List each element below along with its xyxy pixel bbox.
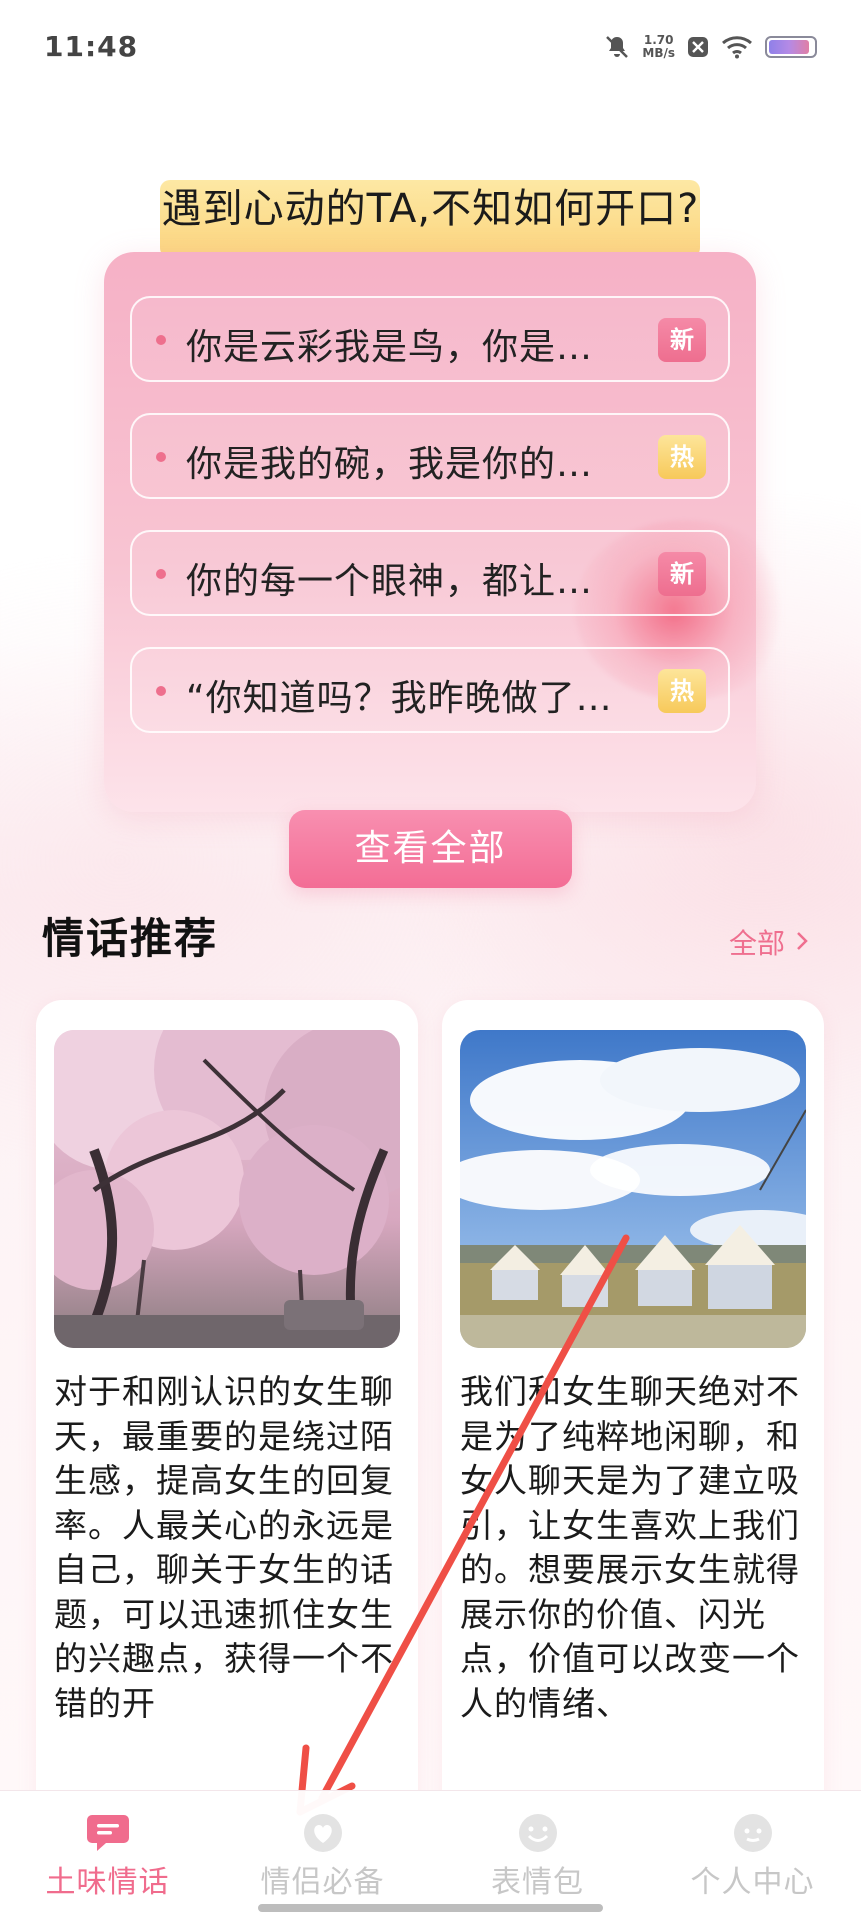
pickup-line-item[interactable]: “你知道吗？我昨晚做了… 热: [130, 647, 730, 733]
hot-badge: 热: [658, 435, 706, 479]
section-title: 情话推荐: [42, 914, 219, 963]
bullet-dot: [156, 569, 166, 579]
x-app-icon: [687, 36, 709, 58]
battery-fill: [769, 40, 809, 54]
pickup-line-item[interactable]: 你的每一个眼神，都让… 新: [130, 530, 730, 616]
smile-face-icon: [516, 1813, 560, 1853]
status-time: 11:48: [44, 30, 139, 63]
notifications-muted-icon: [604, 34, 630, 60]
battery-icon: [765, 36, 817, 58]
hero-title: 遇到心动的TA,不知如何开口?: [161, 186, 700, 232]
status-bar: 11:48 1.70 MB/s: [0, 0, 861, 100]
pickup-line-text: 你的每一个眼神，都让…: [186, 561, 594, 602]
article-excerpt: 我们和女生聊天绝对不是为了纯粹地闲聊，和女人聊天是为了建立吸引，让女生喜欢上我们…: [460, 1372, 800, 1723]
sky-and-tents-photo: [460, 1030, 806, 1348]
user-face-icon: [731, 1813, 775, 1853]
hero-title-wrap: 遇到心动的TA,不知如何开口?: [0, 176, 861, 234]
tab-couples[interactable]: 情侣必备: [215, 1791, 430, 1921]
tab-label: 情侣必备: [260, 1865, 385, 1900]
section-more-link[interactable]: 全部: [729, 922, 809, 962]
tab-profile[interactable]: 个人中心: [645, 1791, 860, 1921]
pickup-line-text: 你是云彩我是鸟，你是…: [186, 327, 594, 368]
pickup-line-item[interactable]: 你是我的碗，我是你的… 热: [130, 413, 730, 499]
tab-stickers[interactable]: 表情包: [430, 1791, 645, 1921]
view-all-button[interactable]: 查看全部: [289, 810, 572, 888]
bullet-dot: [156, 335, 166, 345]
bullet-dot: [156, 452, 166, 462]
pickup-line-text: “你知道吗？我昨晚做了…: [186, 678, 613, 719]
article-card[interactable]: 我们和女生聊天绝对不是为了纯粹地闲聊，和女人聊天是为了建立吸引，让女生喜欢上我们…: [442, 1000, 824, 1830]
pickup-line-text: 你是我的碗，我是你的…: [186, 444, 594, 485]
wifi-icon: [721, 35, 753, 59]
tab-home[interactable]: 土味情话: [0, 1791, 215, 1921]
new-badge: 新: [658, 552, 706, 596]
bottom-tab-bar: 土味情话 情侣必备 表情包 个人中心: [0, 1790, 861, 1921]
article-card[interactable]: 对于和刚认识的女生聊天，最重要的是绕过陌生感，提高女生的回复率。人最关心的永远是…: [36, 1000, 418, 1830]
tab-label: 土味情话: [45, 1865, 170, 1900]
home-indicator[interactable]: [258, 1904, 603, 1912]
chevron-right-icon: [795, 926, 809, 959]
tab-label: 个人中心: [690, 1865, 815, 1900]
new-badge: 新: [658, 318, 706, 362]
section-more-label: 全部: [728, 927, 785, 960]
status-icons: 1.70 MB/s: [604, 34, 817, 60]
hot-badge: 热: [658, 669, 706, 713]
tab-label: 表情包: [491, 1865, 584, 1900]
heart-icon: [301, 1813, 345, 1853]
chat-bubble-icon: [86, 1813, 130, 1853]
bullet-dot: [156, 686, 166, 696]
cherry-blossom-tree-photo: [54, 1030, 400, 1348]
net-speed: 1.70 MB/s: [642, 34, 675, 60]
net-speed-unit: MB/s: [642, 46, 675, 60]
article-excerpt: 对于和刚认识的女生聊天，最重要的是绕过陌生感，提高女生的回复率。人最关心的永远是…: [54, 1372, 394, 1723]
pickup-line-item[interactable]: 你是云彩我是鸟，你是… 新: [130, 296, 730, 382]
